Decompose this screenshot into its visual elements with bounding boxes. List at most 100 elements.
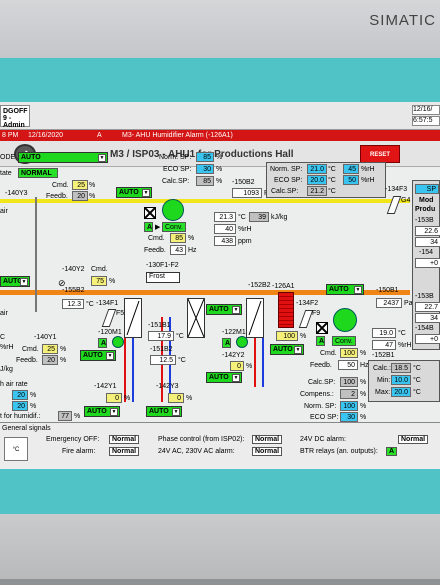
fan2-mode-select[interactable]: AUTO ▼: [326, 284, 364, 295]
general-signals-panel: General signals °C Emergency OFF: Normal…: [0, 422, 440, 469]
state-value: NORMAL: [18, 168, 58, 178]
damper2-cmd-label: Cmd.: [91, 266, 108, 273]
unit: kJ/kg: [271, 214, 288, 221]
room-tag-2: -154: [419, 249, 434, 256]
damper-tag-2: -140Y2: [62, 266, 85, 273]
compens-value: 2: [340, 389, 358, 399]
cmd-label-top: Cmd.: [52, 182, 69, 189]
preheater-coil[interactable]: [124, 298, 142, 338]
return-temp: 19.0: [372, 328, 396, 338]
valve1-mode-select[interactable]: AUTO ▼: [84, 406, 120, 417]
auto-select-top[interactable]: AUTO ▼: [116, 187, 152, 198]
setpoint-box: Norm. SP: 21.0 °C 45 %rH ECO SP: 20.0 °C…: [266, 162, 386, 198]
chevron-down-icon: ▼: [232, 374, 240, 382]
valve1-pct: 0: [106, 393, 122, 403]
btr-value: A: [386, 447, 398, 456]
sp-norm-label: Norm. SP:: [270, 166, 303, 173]
fire-label: Fire alarm:: [62, 448, 96, 455]
humidifier-icon[interactable]: [278, 292, 294, 328]
auto-select-mid[interactable]: AUTO ▼: [206, 304, 242, 315]
damper2-mode-select[interactable]: AUTO ▼: [0, 276, 30, 287]
pump1-auto-indicator: A: [98, 338, 107, 348]
btr-label: BTR relays (an. outputs):: [300, 448, 378, 455]
filter-tag-2: -134F2: [296, 300, 319, 307]
chevron-down-icon: ▼: [106, 352, 114, 360]
filter-code-2: F9: [312, 310, 321, 317]
eco-sp-value[interactable]: 30: [196, 164, 214, 174]
fresh-air-max[interactable]: 20: [12, 401, 28, 411]
alarm-bar[interactable]: 8 PM 12/16/2020 A M3- AHU Humidifier Ala…: [0, 130, 440, 141]
filter-f5[interactable]: [101, 309, 117, 327]
room-temp-1: 22.6: [415, 226, 440, 236]
norm-value[interactable]: 100: [340, 401, 358, 411]
reheater-coil[interactable]: [246, 298, 264, 338]
auto-value: AUTO: [119, 189, 139, 196]
unit: %: [216, 166, 223, 173]
auto-value: AUTO: [273, 346, 293, 353]
sp-calc-temp: 21.2: [307, 186, 327, 196]
room-sp[interactable]: SP: [415, 184, 439, 194]
humidifier-mode-select[interactable]: AUTO ▼: [270, 344, 304, 355]
sp-norm-humid[interactable]: 45: [343, 164, 359, 174]
mode-label: ODE: [0, 154, 16, 161]
compens-label: Compens.:: [300, 391, 334, 398]
norm-sp-value[interactable]: 85: [196, 152, 214, 162]
header-bar: DGOFF 9 - Admin 12/16/ 6:57:5: [0, 102, 440, 130]
pump-icon[interactable]: [112, 336, 124, 348]
valve-tag-3: -142Y3: [156, 383, 179, 390]
fan2-cmd: 100: [340, 348, 358, 358]
user-panel[interactable]: DGOFF 9 - Admin: [0, 105, 30, 129]
cmd-value-top: 25: [72, 180, 88, 190]
room-val-2: +0: [415, 258, 440, 268]
fan2-auto-indicator: A: [316, 336, 325, 346]
pressure-value-1: 1093: [232, 188, 262, 198]
min-value[interactable]: 10.0: [391, 375, 411, 385]
room-val-4: +0: [415, 334, 440, 344]
sp-norm-temp[interactable]: 21.0: [307, 164, 327, 174]
supply-fan-icon[interactable]: [162, 199, 184, 221]
fan1-cmd: 85: [170, 233, 186, 243]
humid-sp-label: t for humidif.:: [0, 413, 41, 420]
hmi-screen: DGOFF 9 - Admin 12/16/ 6:57:5 8 PM 12/16…: [0, 102, 440, 469]
auto-select-valve2[interactable]: AUTO ▼: [206, 372, 242, 383]
max-label: Max:: [375, 389, 391, 396]
user-role: 9 - Admin: [3, 115, 25, 129]
filter-tag-3: -134F3: [385, 186, 408, 193]
valve3-mode-select[interactable]: AUTO ▼: [146, 406, 182, 417]
heat-recovery[interactable]: [187, 298, 205, 338]
unit: %: [60, 346, 67, 353]
sp-eco-humid[interactable]: 50: [343, 175, 359, 185]
exhaust-fan-icon[interactable]: [333, 308, 357, 332]
frost-indicator: Frost: [146, 272, 180, 283]
humid-sp-value: 77: [58, 411, 72, 421]
state-label: tate: [0, 170, 12, 177]
damper1-mode-select[interactable]: AUTO ▼: [80, 350, 116, 361]
chevron-down-icon: ▼: [294, 346, 302, 354]
unit: °C: [328, 188, 336, 195]
filter-code-3: G4: [401, 197, 411, 204]
temp-tag-2: -151B2: [150, 346, 173, 353]
unit: %: [188, 235, 195, 242]
sp-eco-temp[interactable]: 20.0: [307, 175, 327, 185]
fresh-air-min[interactable]: 20: [12, 390, 28, 400]
unit: %rH: [398, 342, 412, 349]
reset-button[interactable]: RESET: [360, 145, 400, 163]
damper-tag-top: -140Y3: [5, 190, 28, 197]
chevron-down-icon: ▼: [142, 189, 150, 197]
mode-select[interactable]: AUTO ▼: [18, 152, 108, 163]
eco-value[interactable]: 30: [340, 412, 358, 422]
valve-tag-1: -142Y1: [94, 383, 117, 390]
max-value[interactable]: 20.0: [391, 387, 411, 397]
unit: °C: [413, 389, 421, 396]
bypass-line: [35, 197, 37, 312]
unit: %rH: [361, 166, 375, 173]
humidifier-pct: 100: [276, 331, 298, 341]
damper-tag-1: -140Y1: [34, 334, 57, 341]
unit: °C: [86, 301, 94, 308]
room-tag-4: -154B: [415, 325, 434, 332]
temp-f1: 12.3: [62, 299, 84, 309]
pump-icon[interactable]: [236, 336, 248, 348]
unit: °C: [413, 365, 421, 372]
chevron-down-icon: ▼: [98, 154, 106, 162]
supply-co2: 438: [214, 236, 236, 246]
